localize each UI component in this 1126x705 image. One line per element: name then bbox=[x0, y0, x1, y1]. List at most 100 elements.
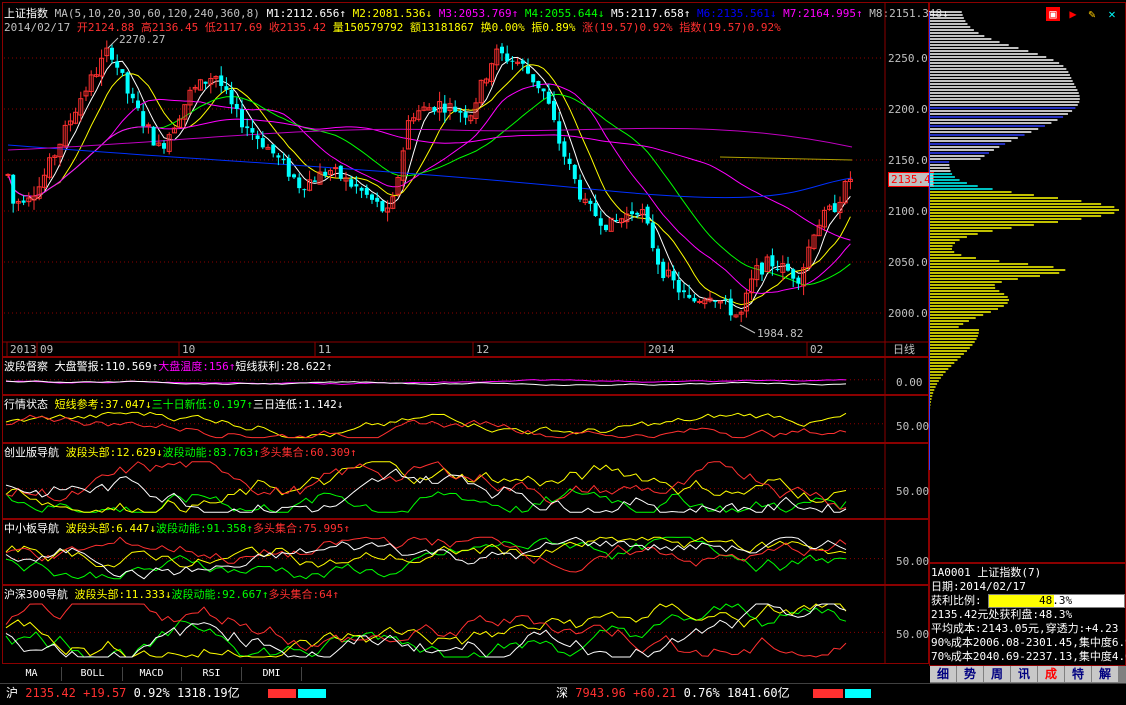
candle-body-down bbox=[770, 255, 775, 267]
sz-pct: 0.76% bbox=[683, 686, 720, 700]
candle-body-up bbox=[145, 124, 151, 127]
candle-body-down bbox=[614, 220, 619, 222]
candle-body-down bbox=[120, 69, 125, 73]
price-tick: 2050.0 bbox=[888, 256, 928, 269]
nav-button-7[interactable]: 解 bbox=[1092, 666, 1118, 682]
date-tick: 2014 bbox=[648, 343, 675, 356]
candle-body-down bbox=[588, 200, 593, 204]
candle-body-down bbox=[162, 143, 166, 149]
date-tick: 10 bbox=[182, 343, 196, 356]
candle-body-down bbox=[546, 91, 551, 104]
candle-body-down bbox=[510, 60, 515, 62]
candle-body-down bbox=[276, 155, 281, 158]
candle-body-down bbox=[286, 158, 291, 177]
sz-change: +60.21 bbox=[633, 686, 677, 700]
candle-body-down bbox=[562, 141, 567, 157]
candle-body-down bbox=[713, 300, 718, 302]
candle-body-down bbox=[458, 110, 463, 113]
candle-body-down bbox=[676, 279, 681, 293]
indicator-chart-3[interactable] bbox=[2, 443, 886, 519]
candle-body-down bbox=[302, 189, 307, 191]
chip-line-3: 90%成本2006.08-2301.45,集中度6.9 bbox=[931, 636, 1126, 649]
candle-body-down bbox=[354, 184, 359, 187]
candlestick-chart[interactable] bbox=[0, 0, 930, 360]
indicator-line bbox=[5, 536, 847, 568]
candle-body-down bbox=[219, 75, 224, 86]
candle-body-down bbox=[125, 72, 130, 94]
nav-button-6[interactable]: 特 bbox=[1065, 666, 1091, 682]
candle-body-up bbox=[333, 167, 339, 170]
candle-body-down bbox=[432, 107, 437, 112]
candle-body-down bbox=[598, 218, 603, 226]
candle-body-down bbox=[110, 47, 114, 60]
chip-profit-bar: 48.3% bbox=[988, 594, 1125, 608]
candle-body-down bbox=[526, 66, 530, 74]
tab-dmi[interactable]: DMI bbox=[242, 667, 302, 681]
candle-body-down bbox=[791, 269, 796, 279]
candle-body-down bbox=[682, 290, 686, 293]
candle-body-down bbox=[786, 263, 790, 271]
candle-body-down bbox=[203, 81, 208, 84]
date-tick: 09 bbox=[40, 343, 54, 356]
sh-pct: 0.92% bbox=[133, 686, 170, 700]
candle-body-down bbox=[453, 106, 458, 112]
candle-body-down bbox=[578, 179, 582, 200]
candle-body-down bbox=[832, 203, 837, 213]
tab-macd[interactable]: MACD bbox=[122, 667, 182, 681]
sz-label: 深 bbox=[556, 686, 569, 700]
candle-body-down bbox=[593, 203, 598, 217]
price-tick: 2000.0 bbox=[888, 307, 928, 320]
candle-body-down bbox=[442, 103, 447, 113]
chip-info-panel: 1A0001 上证指数(7) 日期:2014/02/17 获利比例: 48.3%… bbox=[929, 563, 1126, 666]
tab-ma[interactable]: MA bbox=[2, 667, 62, 681]
candle-body-down bbox=[240, 109, 244, 128]
candle-body-down bbox=[21, 200, 26, 203]
candle-body-down bbox=[567, 158, 572, 164]
nav-button-5[interactable]: 成 bbox=[1038, 666, 1064, 682]
candle-body-down bbox=[151, 126, 156, 146]
candle-body-down bbox=[136, 100, 140, 109]
high-leader bbox=[107, 37, 119, 49]
candle-body-down bbox=[604, 224, 608, 231]
candle-body-down bbox=[245, 126, 250, 129]
nav-button-4[interactable]: 讯 bbox=[1011, 666, 1037, 682]
date-tick: 12 bbox=[476, 343, 490, 356]
candle-body-up bbox=[697, 300, 703, 303]
period-label: 日线 bbox=[893, 343, 915, 356]
candle-body-down bbox=[692, 297, 697, 302]
indicator-chart-4[interactable] bbox=[2, 519, 886, 585]
chip-date: 日期:2014/02/17 bbox=[931, 580, 1026, 593]
price-tick: 2250.0 bbox=[888, 52, 928, 65]
indicator-ytick: 50.00 bbox=[896, 484, 930, 498]
chip-line-2: 平均成本:2143.05元,穿透力:+4.23 bbox=[931, 622, 1119, 635]
indicator-line bbox=[5, 461, 847, 513]
nav-button-2[interactable]: 势 bbox=[957, 666, 983, 682]
candle-body-down bbox=[349, 179, 354, 187]
candle-body-down bbox=[141, 111, 146, 127]
current-price-tag: 2135.4 bbox=[888, 172, 934, 187]
candle-body-down bbox=[250, 128, 255, 133]
nav-button-3[interactable]: 周 bbox=[984, 666, 1010, 682]
ma360-line bbox=[719, 156, 853, 161]
date-tick: 11 bbox=[318, 343, 332, 356]
candle-body-down bbox=[671, 271, 676, 281]
candle-body-down bbox=[11, 174, 16, 204]
sh-change: +19.57 bbox=[83, 686, 127, 700]
candle-body-down bbox=[656, 248, 660, 265]
price-tick: 2200.0 bbox=[888, 103, 928, 116]
indicator-line bbox=[5, 603, 847, 658]
candle-body-down bbox=[364, 187, 369, 195]
indicator-chart-5[interactable] bbox=[2, 585, 886, 664]
nav-button-1[interactable]: 细 bbox=[930, 666, 956, 682]
indicator-ytick: 50.00 bbox=[896, 628, 930, 642]
indicator-chart-1[interactable] bbox=[2, 357, 886, 395]
tab-rsi[interactable]: RSI bbox=[182, 667, 242, 681]
indicator-chart-2[interactable] bbox=[2, 395, 886, 443]
candle-body-down bbox=[572, 164, 577, 180]
candle-body-down bbox=[224, 86, 229, 90]
tab-boll[interactable]: BOLL bbox=[63, 667, 123, 681]
candle-body-down bbox=[552, 100, 556, 121]
candle-body-down bbox=[635, 212, 640, 215]
candle-body-down bbox=[130, 93, 135, 99]
candle-body-down bbox=[115, 61, 120, 68]
